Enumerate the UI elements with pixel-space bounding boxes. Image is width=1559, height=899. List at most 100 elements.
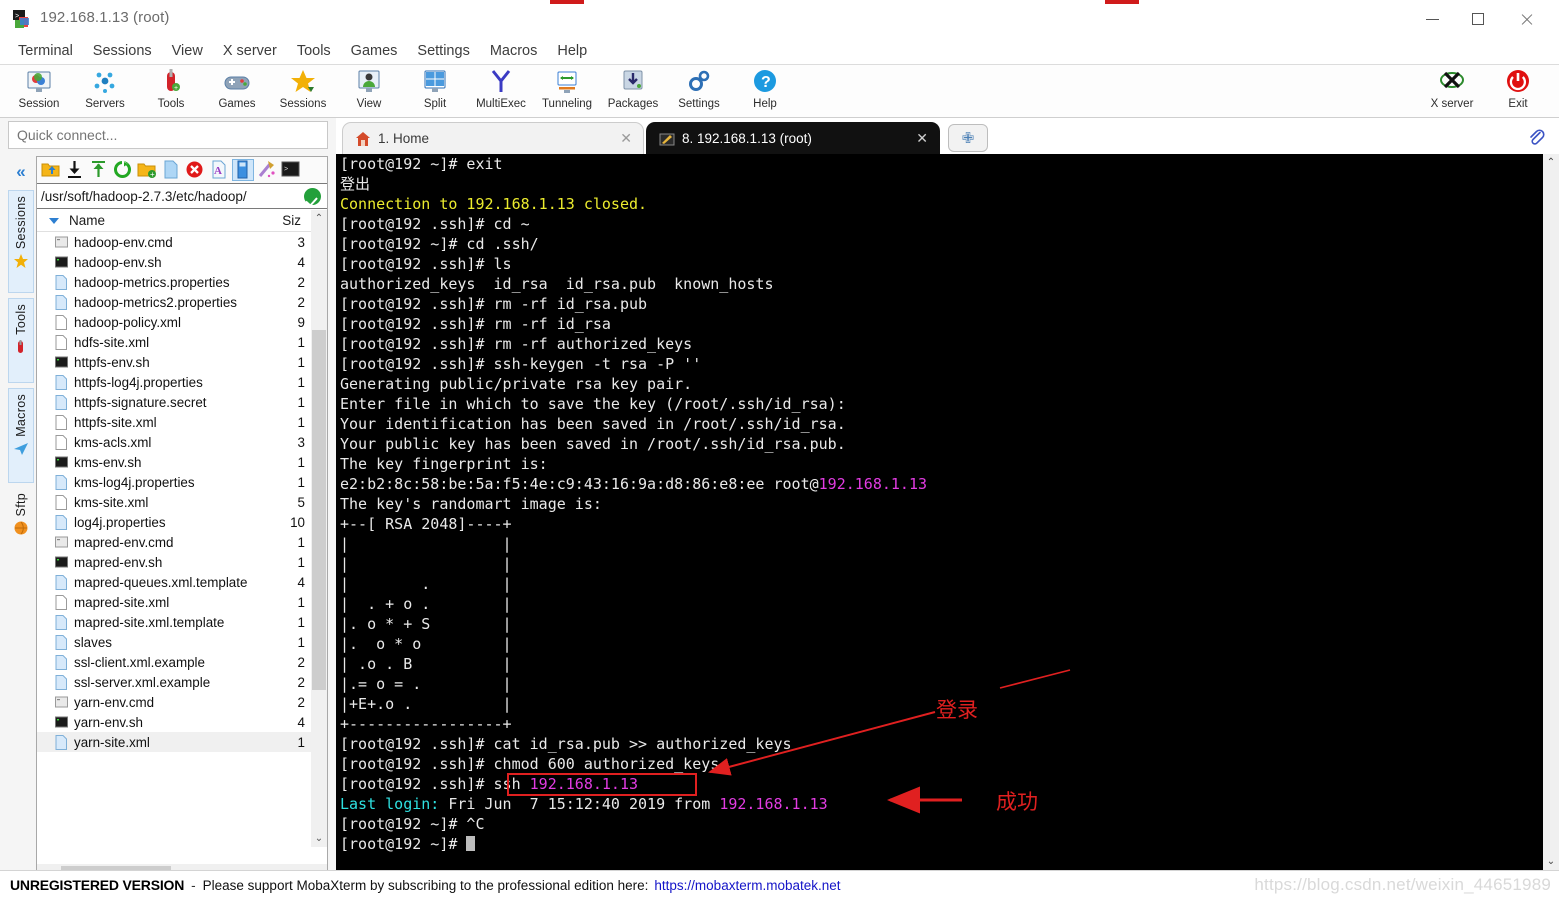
new-folder-icon[interactable]: +: [137, 160, 157, 180]
toolbar-button-games[interactable]: Games: [204, 65, 270, 118]
tab-home[interactable]: 1. Home ✕: [342, 122, 644, 154]
maximize-button[interactable]: [1455, 0, 1501, 38]
menu-item-games[interactable]: Games: [341, 40, 408, 62]
menu-item-sessions[interactable]: Sessions: [83, 40, 162, 62]
toolbar-button-tunneling[interactable]: Tunneling: [534, 65, 600, 118]
terminal-line: | |: [336, 534, 1543, 554]
toolbar-button-x-server[interactable]: X server: [1419, 65, 1485, 118]
file-list-item[interactable]: kms-env.sh 1: [37, 452, 327, 472]
toolbar-button-view[interactable]: View: [336, 65, 402, 118]
file-list-item[interactable]: yarn-env.sh 4: [37, 712, 327, 732]
menu-item-tools[interactable]: Tools: [287, 40, 341, 62]
tab-ssh-session[interactable]: 8. 192.168.1.13 (root) ✕: [646, 122, 940, 154]
terminal-icon[interactable]: >: [281, 160, 301, 180]
file-list-item[interactable]: hadoop-metrics.properties 2: [37, 272, 327, 292]
quick-connect[interactable]: [8, 121, 328, 149]
terminal-line: | |: [336, 554, 1543, 574]
scroll-down-icon[interactable]: ⌄: [311, 830, 327, 847]
file-list-item[interactable]: httpfs-signature.secret 1: [37, 392, 327, 412]
upload-icon[interactable]: [89, 160, 109, 180]
minimize-button[interactable]: [1409, 0, 1455, 38]
terminal-scroll-down-icon[interactable]: ⌄: [1543, 853, 1559, 870]
sidebar-item-sessions[interactable]: Sessions: [8, 190, 34, 293]
toolbar-button-settings[interactable]: Settings: [666, 65, 732, 118]
sidebar-item-label: Sessions: [14, 196, 28, 250]
new-file-icon[interactable]: [161, 160, 181, 180]
terminal-text: [root@192 .ssh]# rm -rf authorized_keys: [340, 335, 693, 353]
file-list-item[interactable]: hdfs-site.xml 1: [37, 332, 327, 352]
menu-item-settings[interactable]: Settings: [407, 40, 479, 62]
sort-caret-icon[interactable]: [49, 217, 59, 224]
tab-close-icon[interactable]: ✕: [620, 130, 632, 147]
terminal-output[interactable]: [root@192 ~]# exit 登出 Connection to 192.16…: [336, 154, 1543, 870]
file-list-item[interactable]: httpfs-log4j.properties 1: [37, 372, 327, 392]
refresh-icon[interactable]: [113, 160, 133, 180]
file-list-item[interactable]: hadoop-policy.xml 9: [37, 312, 327, 332]
file-list-item[interactable]: slaves 1: [37, 632, 327, 652]
file-list-item[interactable]: kms-acls.xml 3: [37, 432, 327, 452]
file-list-item[interactable]: hadoop-env.sh 4: [37, 252, 327, 272]
scrollbar-thumb[interactable]: [312, 330, 326, 690]
toolbar-button-tools[interactable]: + Tools: [138, 65, 204, 118]
file-list-item[interactable]: httpfs-env.sh 1: [37, 352, 327, 372]
permissions-icon[interactable]: [257, 160, 277, 180]
file-list-scrollbar[interactable]: ⌃ ⌄: [311, 210, 327, 847]
toolbar-button-split[interactable]: Split: [402, 65, 468, 118]
toolbar-button-session[interactable]: Session: [6, 65, 72, 118]
collapse-sidebar-button[interactable]: «: [8, 158, 34, 186]
sidebar-item-sftp[interactable]: Sftp: [8, 488, 34, 553]
file-list-item[interactable]: mapred-queues.xml.template 4: [37, 572, 327, 592]
toolbar-button-exit[interactable]: Exit: [1485, 65, 1551, 118]
file-list-item[interactable]: ssl-client.xml.example 2: [37, 652, 327, 672]
toolbar-button-servers[interactable]: Servers: [72, 65, 138, 118]
file-list-item[interactable]: mapred-site.xml.template 1: [37, 612, 327, 632]
column-header-size[interactable]: Siz: [282, 213, 301, 228]
sidebar-item-macros[interactable]: Macros: [8, 388, 34, 483]
path-text: /usr/soft/hadoop-2.7.3/etc/hadoop/: [41, 188, 247, 204]
file-list-item[interactable]: kms-site.xml 5: [37, 492, 327, 512]
delete-icon[interactable]: [185, 160, 205, 180]
toolbar-button-multiexec[interactable]: MultiExec: [468, 65, 534, 118]
file-list-item[interactable]: ssl-server.xml.example 2: [37, 672, 327, 692]
menu-item-terminal[interactable]: Terminal: [8, 40, 83, 62]
check-icon: [304, 187, 321, 205]
terminal-scroll-up-icon[interactable]: ⌃: [1543, 154, 1559, 171]
download-icon[interactable]: [65, 160, 85, 180]
binary-mode-icon[interactable]: [232, 159, 254, 181]
file-size: 1: [297, 354, 305, 370]
file-list-item[interactable]: mapred-env.sh 1: [37, 552, 327, 572]
close-button[interactable]: [1503, 0, 1549, 38]
menu-item-macros[interactable]: Macros: [480, 40, 548, 62]
sidebar-item-tools[interactable]: Tools: [8, 298, 34, 383]
menu-item-help[interactable]: Help: [547, 40, 597, 62]
svg-text:+: +: [150, 170, 155, 179]
menu-item-view[interactable]: View: [162, 40, 213, 62]
menu-item-x-server[interactable]: X server: [213, 40, 287, 62]
parent-folder-icon[interactable]: [41, 160, 61, 180]
mobaxterm-link[interactable]: https://mobaxterm.mobatek.net: [654, 878, 840, 893]
file-list-item[interactable]: httpfs-site.xml 1: [37, 412, 327, 432]
terminal-scrollbar[interactable]: ⌃ ⌄: [1543, 154, 1559, 870]
toolbar-button-packages[interactable]: Packages: [600, 65, 666, 118]
file-list-item[interactable]: hadoop-metrics2.properties 2: [37, 292, 327, 312]
toolbar-button-label: Tunneling: [541, 98, 593, 110]
file-list-item[interactable]: mapred-env.cmd 1: [37, 532, 327, 552]
column-header-name[interactable]: Name: [69, 213, 105, 228]
quick-connect-input[interactable]: [8, 121, 328, 149]
text-mode-icon[interactable]: A: [209, 160, 229, 180]
toolbar-button-label: Servers: [85, 98, 125, 110]
tab-close-icon[interactable]: ✕: [916, 130, 928, 147]
paperclip-icon[interactable]: [1525, 126, 1547, 148]
file-list-item[interactable]: log4j.properties 10: [37, 512, 327, 532]
path-bar[interactable]: /usr/soft/hadoop-2.7.3/etc/hadoop/: [37, 183, 327, 209]
scroll-up-icon[interactable]: ⌃: [311, 210, 327, 227]
file-list-item[interactable]: kms-log4j.properties 1: [37, 472, 327, 492]
terminal-text: |. o * + S |: [340, 615, 512, 633]
toolbar-button-sessions[interactable]: Sessions: [270, 65, 336, 118]
file-list-item[interactable]: mapred-site.xml 1: [37, 592, 327, 612]
file-list-item[interactable]: yarn-site.xml 1: [37, 732, 327, 752]
file-list-item[interactable]: yarn-env.cmd 2: [37, 692, 327, 712]
toolbar-button-help[interactable]: ? Help: [732, 65, 798, 118]
file-list-item[interactable]: hadoop-env.cmd 3: [37, 232, 327, 252]
new-tab-button[interactable]: ✙: [948, 124, 988, 152]
